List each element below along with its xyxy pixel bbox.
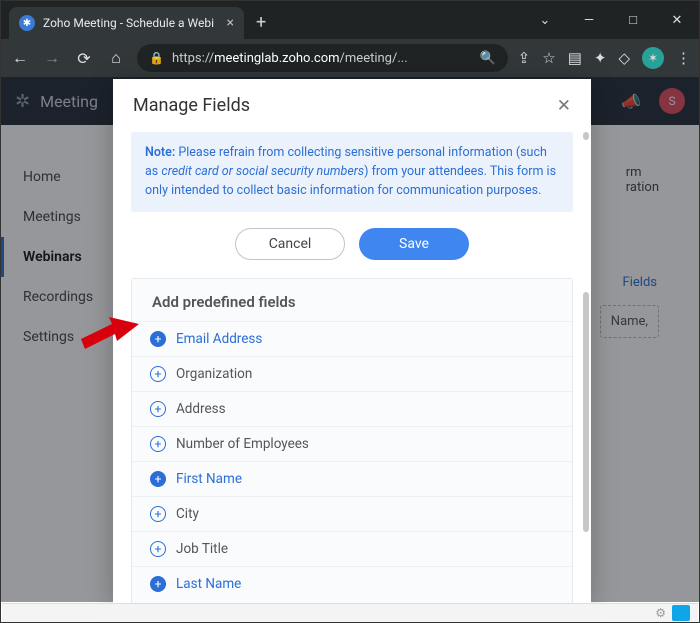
url-input[interactable]: 🔒 https://meetinglab.zoho.com/meeting/..… [137,44,508,72]
reload-icon[interactable]: ⟳ [73,49,95,68]
window-minimize-icon[interactable]: — [567,1,611,39]
plus-icon: + [150,506,166,522]
scrollbar-thumb[interactable] [583,132,589,140]
plus-icon: + [150,366,166,382]
menu-icon[interactable]: ⋮ [676,49,691,67]
field-row-first-name[interactable]: + First Name [132,461,572,496]
window-close-icon[interactable]: ✕ [655,1,699,39]
modal-header: Manage Fields ✕ [113,79,591,132]
field-label: First Name [176,471,242,487]
field-label: Last Name [176,576,241,592]
scrollbar-thumb[interactable] [583,292,589,532]
window-title-bar: ✱ Zoho Meeting - Schedule a Webi × + ⌄ —… [1,1,699,39]
profile-icon[interactable]: ◇ [618,49,630,67]
forward-icon[interactable]: → [41,48,63,68]
window-maximize-icon[interactable]: □ [611,1,655,39]
footer-settings-icon[interactable]: ⚙ [655,606,666,620]
browser-tab[interactable]: ✱ Zoho Meeting - Schedule a Webi × [9,7,244,39]
plus-icon: + [150,541,166,557]
note-box: Note: Please refrain from collecting sen… [131,132,573,212]
reader-icon[interactable]: ▤ [568,49,582,67]
close-icon[interactable]: ✕ [557,96,571,116]
home-icon[interactable]: ⌂ [105,48,127,68]
tab-close-icon[interactable]: × [227,15,234,31]
tab-title: Zoho Meeting - Schedule a Webi [43,16,219,30]
field-row-last-name[interactable]: + Last Name [132,566,572,601]
plus-icon: + [150,576,166,592]
tab-favicon: ✱ [19,15,35,31]
address-bar: ← → ⟳ ⌂ 🔒 https://meetinglab.zoho.com/me… [1,39,699,77]
field-label: Email Address [176,331,262,347]
field-row-email[interactable]: + Email Address [132,321,572,356]
search-url-icon[interactable]: 🔍 [479,51,495,66]
plus-icon: + [150,436,166,452]
share-icon[interactable]: ⇪ [518,49,531,67]
new-tab-button[interactable]: + [244,12,278,39]
fields-section-title: Add predefined fields [132,279,572,321]
field-row-employees[interactable]: + Number of Employees [132,426,572,461]
cancel-button[interactable]: Cancel [235,228,345,260]
field-row-job-title[interactable]: + Job Title [132,531,572,566]
window-dropdown-icon[interactable]: ⌄ [523,1,567,39]
lock-icon: 🔒 [149,51,164,65]
field-label: City [176,506,199,522]
note-label: Note: [145,145,175,160]
plus-icon: + [150,401,166,417]
modal-body: Note: Please refrain from collecting sen… [113,132,591,603]
field-row-address[interactable]: + Address [132,391,572,426]
extensions-icon[interactable]: ✦ [594,49,607,67]
plus-icon: + [150,471,166,487]
note-italic: credit card or social security numbers [161,164,364,179]
back-icon[interactable]: ← [9,48,31,68]
field-row-organization[interactable]: + Organization [132,356,572,391]
modal-title: Manage Fields [133,95,250,116]
window-controls: ⌄ — □ ✕ [523,1,699,39]
predefined-fields-panel: Add predefined fields + Email Address + … [131,278,573,603]
button-row: Cancel Save [131,228,573,260]
star-icon[interactable]: ☆ [542,49,555,67]
field-label: Job Title [176,541,228,557]
footer-bar: ⚙ [2,603,698,622]
url-text: https://meetinglab.zoho.com/meeting/... [172,51,472,66]
field-label: Address [176,401,226,417]
plus-icon: + [150,331,166,347]
field-label: Organization [176,366,252,382]
footer-chat-icon[interactable] [672,605,690,621]
extension-badge[interactable]: ✶ [642,47,664,69]
field-row-city[interactable]: + City [132,496,572,531]
save-button[interactable]: Save [359,228,469,260]
manage-fields-modal: Manage Fields ✕ Note: Please refrain fro… [113,79,591,603]
field-label: Number of Employees [176,436,309,452]
